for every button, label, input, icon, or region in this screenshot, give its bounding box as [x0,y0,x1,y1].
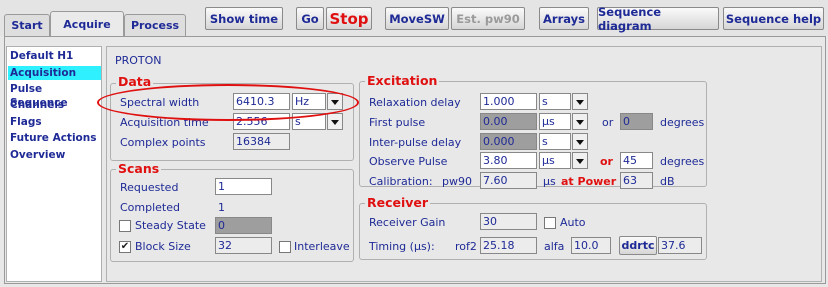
acq-time-field[interactable]: 2.556 [233,113,290,130]
ddrtc-button[interactable]: ddrtc [619,236,657,255]
tab-acquire[interactable]: Acquire [50,11,124,36]
relaxation-delay-unit[interactable]: s [539,93,571,110]
completed-value: 1 [218,201,225,214]
movesw-button[interactable]: MoveSW [385,7,449,30]
relaxation-delay-unit-dropdown[interactable] [572,93,588,110]
spectral-width-unit-dropdown[interactable] [327,93,343,110]
nav-item-overview[interactable]: Overview [8,148,101,162]
block-size-field[interactable]: 32 [215,237,272,254]
observe-pulse-unit-dropdown[interactable] [572,152,588,169]
nav-item-default-h1[interactable]: Default H1 [8,49,101,63]
acq-time-label: Acquisition time [120,116,209,129]
relaxation-delay-field[interactable]: 1.000 [480,93,537,110]
acq-time-unit-dropdown[interactable] [327,113,343,130]
requested-field[interactable]: 1 [215,178,272,195]
complex-points-field: 16384 [233,133,290,150]
steady-state-label: Steady State [135,219,206,232]
first-pulse-or-label: or [602,116,614,129]
first-pulse-unit[interactable]: μs [539,113,571,130]
first-pulse-field: 0.00 [480,113,537,130]
inter-pulse-delay-unit[interactable]: s [539,133,571,150]
first-pulse-degrees-label: degrees [660,116,705,129]
completed-label: Completed [120,201,180,214]
auto-gain-checkbox[interactable] [544,217,556,229]
pw90-label: pw90 [442,175,472,188]
nav-item-channels[interactable]: Channels [8,98,101,112]
interleave-checkbox[interactable] [279,241,291,253]
complex-points-label: Complex points [120,136,206,149]
nav-item-acquisition[interactable]: Acquisition [8,66,101,80]
observe-pulse-field[interactable]: 3.80 [480,152,537,169]
power-unit: dB [660,175,675,188]
block-size-label: Block Size [135,240,191,253]
spectral-width-label: Spectral width [120,96,200,109]
receiver-gain-field[interactable]: 30 [480,213,537,230]
spectral-width-field[interactable]: 6410.3 [233,93,290,110]
rof2-label: rof2 [455,240,477,253]
at-power-label: at Power [561,175,617,188]
relaxation-delay-label: Relaxation delay [369,96,461,109]
est-pw90-button[interactable]: Est. pw90 [451,7,525,30]
sequence-help-button[interactable]: Sequence help [723,7,824,30]
top-toolbar: Start Acquire Process Show time Go Stop … [0,0,828,36]
timing-label: Timing (μs): [369,240,435,253]
inter-pulse-delay-unit-dropdown[interactable] [572,133,588,150]
acq-time-unit[interactable]: s [292,113,326,130]
steady-state-checkbox[interactable] [119,220,131,232]
steady-state-field: 0 [215,217,272,234]
scans-group-title: Scans [116,161,162,176]
observe-pulse-or-label: or [600,155,613,168]
calibration-label: Calibration: [369,175,433,188]
first-pulse-degrees-field: 0 [620,113,653,130]
sequence-diagram-button[interactable]: Sequence diagram [597,5,719,33]
alfa-label: alfa [544,240,565,253]
tab-start[interactable]: Start [4,14,50,36]
excitation-group-title: Excitation [365,73,440,88]
first-pulse-unit-dropdown[interactable] [572,113,588,130]
nav-item-pulse-sequence[interactable]: Pulse Sequence [8,82,101,109]
tab-process[interactable]: Process [124,14,186,36]
go-button[interactable]: Go [296,7,324,30]
nucleus-label: PROTON [115,54,162,67]
block-size-checkbox[interactable]: ✔ [119,241,131,253]
pw90-unit: μs [543,175,556,188]
observe-pulse-label: Observe Pulse [369,155,448,168]
nav-item-future-actions[interactable]: Future Actions [8,131,101,145]
inter-pulse-delay-label: Inter-pulse delay [369,136,462,149]
rof2-field: 25.18 [480,237,537,254]
auto-gain-label: Auto [560,216,586,229]
alfa-field: 10.0 [571,237,611,254]
power-field: 63 [620,172,653,189]
observe-pulse-unit[interactable]: μs [539,152,571,169]
left-nav: Default H1 Acquisition Pulse Sequence Ch… [6,46,102,282]
inter-pulse-delay-field: 0.000 [480,133,537,150]
requested-label: Requested [120,181,179,194]
observe-pulse-degrees-label: degrees [660,155,705,168]
pw90-field: 7.60 [480,172,537,189]
first-pulse-label: First pulse [369,116,426,129]
arrays-button[interactable]: Arrays [539,7,589,30]
spectral-width-unit[interactable]: Hz [292,93,326,110]
data-group-title: Data [116,74,154,89]
observe-pulse-degrees-field[interactable]: 45 [620,152,653,169]
nav-item-flags[interactable]: Flags [8,115,101,129]
stop-button[interactable]: Stop [326,7,372,30]
show-time-button[interactable]: Show time [205,7,283,30]
receiver-group-title: Receiver [365,195,431,210]
interleave-label: Interleave [294,240,350,253]
ddrtc-field: 37.6 [658,237,702,254]
receiver-gain-label: Receiver Gain [369,216,446,229]
